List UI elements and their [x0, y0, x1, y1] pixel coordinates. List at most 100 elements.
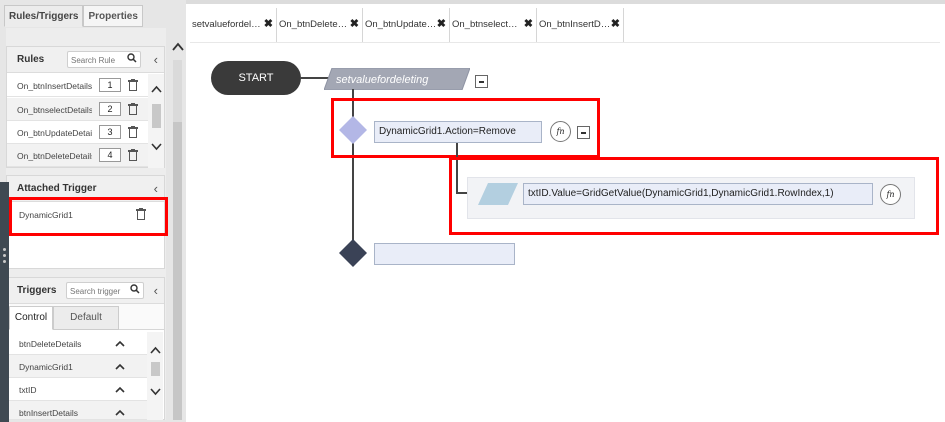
editor-tab[interactable]: On_btnselect… ✖: [450, 8, 537, 42]
attached-trigger-row[interactable]: DynamicGrid1: [7, 203, 157, 226]
rule-order-input[interactable]: 2: [99, 102, 121, 116]
start-node[interactable]: START: [211, 61, 301, 95]
action-parallelogram[interactable]: [478, 183, 518, 205]
trash-icon[interactable]: [136, 208, 146, 220]
rules-card-header: Rules ‹: [7, 47, 164, 73]
editor-tab-label[interactable]: On_btnInsertD…: [539, 19, 610, 30]
trigger-row[interactable]: DynamicGrid1: [7, 355, 147, 378]
editor-tab-label[interactable]: setvaluefordel…: [192, 19, 261, 30]
close-icon[interactable]: ✖: [350, 17, 359, 30]
minus-icon[interactable]: [475, 75, 488, 88]
panel-resize-handle[interactable]: [0, 182, 9, 422]
trash-icon[interactable]: [128, 79, 138, 91]
chevron-left-icon[interactable]: ‹: [154, 52, 158, 67]
trigger-name[interactable]: DynamicGrid1: [19, 362, 73, 372]
attached-trigger-header: Attached Trigger ‹: [7, 176, 164, 202]
rule-name[interactable]: On_btnselectDetails: [17, 105, 92, 115]
chevron-left-icon[interactable]: ‹: [154, 283, 158, 298]
triggers-search-box[interactable]: [66, 282, 144, 299]
trash-icon[interactable]: [128, 126, 138, 138]
end-expression-input[interactable]: [374, 243, 515, 265]
end-diamond[interactable]: [338, 238, 368, 268]
left-panel-tabs: Rules/Triggers Properties: [4, 5, 167, 27]
triggers-scrollbar[interactable]: [147, 332, 163, 420]
rules-search-input[interactable]: [71, 54, 127, 66]
chevron-up-icon[interactable]: [115, 336, 125, 350]
rule-name-banner[interactable]: setvaluefordeleting: [324, 68, 470, 90]
rule-row[interactable]: On_btnselectDetails 2: [7, 98, 149, 121]
scrollbar-thumb[interactable]: [152, 104, 161, 128]
chevron-left-icon[interactable]: ‹: [154, 181, 158, 196]
editor-tabs-divider: [190, 42, 940, 43]
search-icon[interactable]: [130, 284, 140, 297]
editor-tab[interactable]: On_btnInsertD… ✖: [537, 8, 624, 42]
rule-row[interactable]: On_btnInsertDetails 1: [7, 74, 149, 97]
trigger-type-tabs: Control Default: [7, 304, 164, 330]
rule-order-input[interactable]: 3: [99, 125, 121, 139]
attached-trigger-name[interactable]: DynamicGrid1: [19, 210, 94, 220]
attached-trigger-card: Attached Trigger ‹ DynamicGrid1: [6, 175, 165, 269]
trash-icon[interactable]: [128, 103, 138, 115]
rules-card: Rules ‹ On_btnInsertDetails 1 On_btnsele…: [6, 46, 165, 168]
close-icon[interactable]: ✖: [524, 17, 533, 30]
scrollbar-thumb[interactable]: [151, 362, 160, 376]
search-icon[interactable]: [127, 53, 137, 66]
trigger-row[interactable]: txtID: [7, 378, 147, 401]
trigger-row[interactable]: btnInsertDetails: [7, 401, 147, 420]
attached-trigger-title: Attached Trigger: [17, 183, 97, 194]
chevron-up-icon[interactable]: [115, 405, 125, 419]
editor-tab[interactable]: On_btnDelete… ✖: [277, 8, 363, 42]
triggers-search-input[interactable]: [70, 285, 126, 297]
editor-tab[interactable]: setvaluefordel… ✖: [190, 8, 277, 42]
close-icon[interactable]: ✖: [264, 17, 273, 30]
tab-default[interactable]: Default: [53, 306, 119, 330]
trigger-name[interactable]: btnDeleteDetails: [19, 339, 81, 349]
rule-order-input[interactable]: 4: [99, 148, 121, 162]
left-panel: Rules/Triggers Properties Rules ‹ On_btn…: [0, 0, 186, 422]
minus-icon[interactable]: [577, 126, 590, 139]
editor-tabs: setvaluefordel… ✖ On_btnDelete… ✖ On_btn…: [190, 8, 624, 42]
triggers-card: Triggers ‹ Control Default btnDeleteDeta…: [6, 277, 165, 420]
rules-search-box[interactable]: [67, 51, 141, 68]
close-icon[interactable]: ✖: [437, 17, 446, 30]
scrollbar-thumb[interactable]: [173, 122, 182, 420]
editor-tab-label[interactable]: On_btnDelete…: [279, 19, 347, 30]
chevron-down-icon[interactable]: [150, 387, 161, 399]
condition-expression-input[interactable]: DynamicGrid1.Action=Remove: [374, 121, 542, 143]
rule-name[interactable]: On_btnUpdateDetails: [17, 128, 92, 138]
function-icon[interactable]: fn: [550, 121, 571, 142]
rule-row[interactable]: On_btnUpdateDetails 3: [7, 121, 149, 144]
function-icon[interactable]: fn: [880, 184, 901, 205]
action-expression-input[interactable]: txtID.Value=GridGetValue(DynamicGrid1,Dy…: [523, 183, 873, 205]
rule-name-text: setvaluefordeleting: [336, 74, 429, 86]
trash-icon[interactable]: [128, 149, 138, 161]
triggers-card-header: Triggers ‹: [7, 278, 164, 304]
chevron-up-icon[interactable]: [151, 84, 162, 96]
connector-line: [352, 89, 354, 252]
rule-order-input[interactable]: 1: [99, 78, 121, 92]
close-icon[interactable]: ✖: [611, 17, 620, 30]
tab-control[interactable]: Control: [9, 306, 53, 330]
editor-tab-label[interactable]: On_btnselect…: [452, 19, 517, 30]
rules-scrollbar[interactable]: [148, 74, 164, 168]
connector-line: [456, 143, 458, 193]
chevron-down-icon[interactable]: [151, 142, 162, 154]
editor-tab-label[interactable]: On_btnUpdate…: [365, 19, 436, 30]
tab-properties[interactable]: Properties: [83, 5, 143, 27]
trigger-name[interactable]: btnInsertDetails: [19, 408, 78, 418]
rules-title: Rules: [17, 54, 45, 65]
chevron-up-icon[interactable]: [172, 38, 184, 54]
chevron-up-icon[interactable]: [115, 382, 125, 396]
rule-name[interactable]: On_btnDeleteDetails: [17, 151, 92, 161]
left-panel-scrollbar[interactable]: [173, 60, 182, 420]
trigger-name[interactable]: txtID: [19, 385, 36, 395]
rule-name[interactable]: On_btnInsertDetails: [17, 81, 92, 91]
rule-row[interactable]: On_btnDeleteDetails 4: [7, 144, 149, 167]
chevron-up-icon[interactable]: [150, 345, 161, 357]
rule-designer-window: Rules/Triggers Properties Rules ‹ On_btn…: [0, 0, 945, 422]
editor-tab[interactable]: On_btnUpdate… ✖: [363, 8, 450, 42]
chevron-up-icon[interactable]: [115, 359, 125, 373]
tab-rules-triggers[interactable]: Rules/Triggers: [4, 5, 84, 27]
trigger-row[interactable]: btnDeleteDetails: [7, 332, 147, 355]
condition-diamond[interactable]: [338, 115, 368, 145]
